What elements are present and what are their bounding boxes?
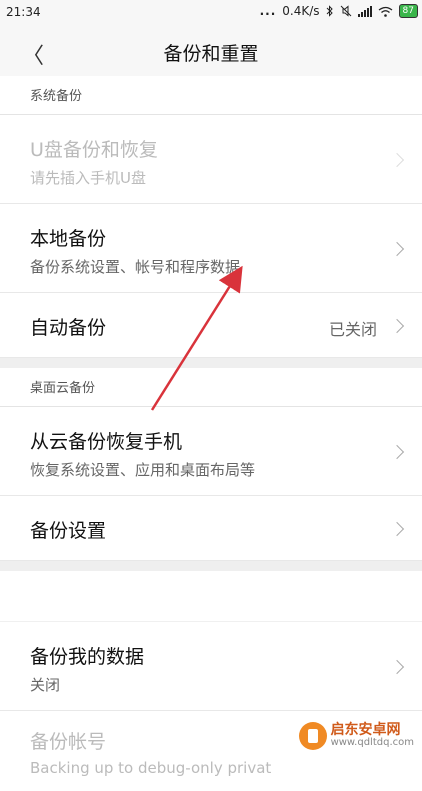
local-backup-subtitle: 备份系统设置、帐号和程序数据 bbox=[30, 258, 241, 276]
app-header: 〈 备份和重置 bbox=[0, 26, 422, 76]
backup-settings-title: 备份设置 bbox=[30, 520, 107, 542]
chevron-right-icon bbox=[389, 241, 405, 257]
usb-backup-row[interactable]: U盘备份和恢复 请先插入手机U盘 bbox=[0, 115, 422, 204]
backup-my-data-row[interactable]: 备份我的数据 关闭 bbox=[0, 622, 422, 711]
status-icons: ... 0.4K/s 87 bbox=[260, 4, 418, 18]
mute-icon bbox=[340, 5, 351, 17]
backup-settings-row[interactable]: 备份设置 bbox=[0, 496, 422, 561]
section-title-desktop-cloud: 桌面云备份 bbox=[0, 368, 422, 407]
cloud-restore-subtitle: 恢复系统设置、应用和桌面布局等 bbox=[30, 461, 256, 479]
network-speed: 0.4K/s bbox=[282, 4, 320, 18]
cloud-restore-title: 从云备份恢复手机 bbox=[30, 431, 183, 453]
backup-my-data-subtitle: 关闭 bbox=[30, 676, 61, 694]
auto-backup-status: 已关闭 bbox=[328, 320, 377, 339]
watermark-logo-icon bbox=[298, 722, 327, 750]
backup-account-subtitle: Backing up to debug-only privat bbox=[30, 759, 272, 777]
bluetooth-icon bbox=[326, 5, 333, 17]
signal-icon bbox=[357, 5, 372, 17]
section-divider bbox=[0, 358, 422, 368]
blank-spacer bbox=[0, 571, 422, 622]
status-bar: 21:34 ... 0.4K/s 87 bbox=[0, 0, 422, 26]
chevron-right-icon bbox=[389, 318, 405, 334]
wifi-icon bbox=[378, 6, 392, 17]
local-backup-row[interactable]: 本地备份 备份系统设置、帐号和程序数据 bbox=[0, 204, 422, 293]
cloud-restore-row[interactable]: 从云备份恢复手机 恢复系统设置、应用和桌面布局等 bbox=[0, 407, 422, 496]
chevron-right-icon bbox=[389, 444, 405, 460]
section-divider bbox=[0, 561, 422, 571]
local-backup-title: 本地备份 bbox=[30, 228, 107, 250]
auto-backup-row[interactable]: 自动备份 已关闭 bbox=[0, 293, 422, 358]
watermark-url: www.qdltdq.com bbox=[330, 737, 414, 749]
watermark-text: 启东安卓网 bbox=[330, 722, 401, 739]
auto-backup-title: 自动备份 bbox=[30, 317, 107, 339]
battery-icon: 87 bbox=[398, 4, 418, 18]
chevron-right-icon bbox=[389, 521, 405, 537]
section-title-system-backup: 系统备份 bbox=[0, 76, 422, 115]
backup-account-title: 备份帐号 bbox=[30, 731, 107, 753]
more-dots: ... bbox=[259, 4, 277, 18]
watermark: 启东安卓网 www.qdltdq.com bbox=[298, 722, 414, 750]
page-title: 备份和重置 bbox=[163, 43, 259, 65]
status-time: 21:34 bbox=[6, 5, 41, 19]
usb-backup-title: U盘备份和恢复 bbox=[30, 139, 158, 161]
chevron-right-icon bbox=[389, 659, 405, 675]
backup-my-data-title: 备份我的数据 bbox=[30, 646, 145, 668]
usb-backup-subtitle: 请先插入手机U盘 bbox=[30, 169, 146, 187]
chevron-right-icon bbox=[389, 152, 405, 168]
